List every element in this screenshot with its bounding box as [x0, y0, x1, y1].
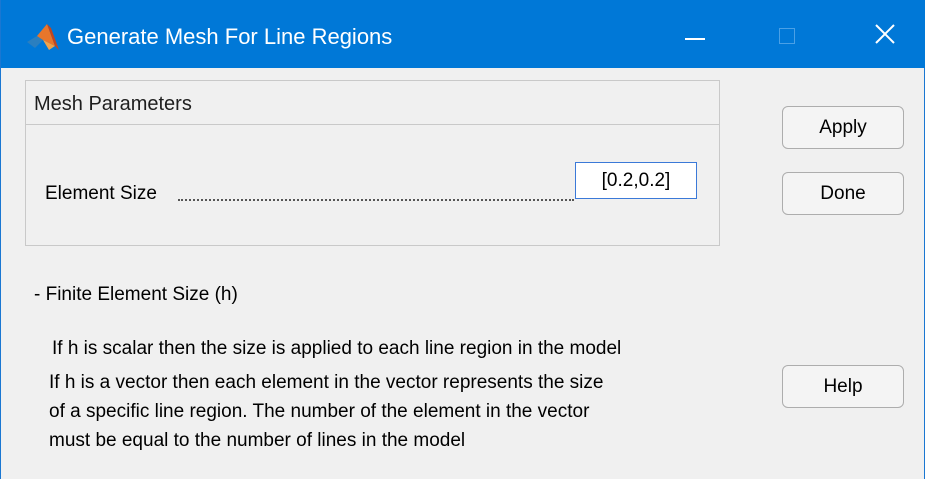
done-button[interactable]: Done: [782, 172, 904, 215]
apply-button[interactable]: Apply: [782, 106, 904, 149]
panel-header: Mesh Parameters: [26, 81, 719, 125]
title-bar[interactable]: Generate Mesh For Line Regions: [1, 0, 925, 68]
dialog-window: Generate Mesh For Line Regions Mesh Para…: [0, 0, 925, 479]
help-line: If h is a vector then each element in th…: [49, 372, 604, 393]
close-button[interactable]: [861, 10, 909, 58]
mesh-parameters-panel: Mesh Parameters Element Size: [25, 80, 720, 246]
panel-title: Mesh Parameters: [34, 93, 192, 115]
leader-dots: [178, 199, 574, 201]
element-size-input[interactable]: [575, 162, 697, 199]
maximize-button[interactable]: [765, 10, 813, 58]
close-icon: [875, 24, 895, 44]
help-line: of a specific line region. The number of…: [49, 401, 590, 422]
minimize-button[interactable]: [671, 10, 719, 58]
help-line: If h is scalar then the size is applied …: [52, 338, 622, 359]
window-title: Generate Mesh For Line Regions: [67, 24, 393, 49]
element-size-label: Element Size: [45, 183, 157, 204]
help-line: must be equal to the number of lines in …: [49, 430, 466, 451]
matlab-logo-icon: [27, 24, 59, 50]
maximize-icon: [779, 28, 795, 44]
minimize-icon: [685, 38, 705, 40]
help-button[interactable]: Help: [782, 365, 904, 408]
help-heading: - Finite Element Size (h): [34, 284, 238, 305]
